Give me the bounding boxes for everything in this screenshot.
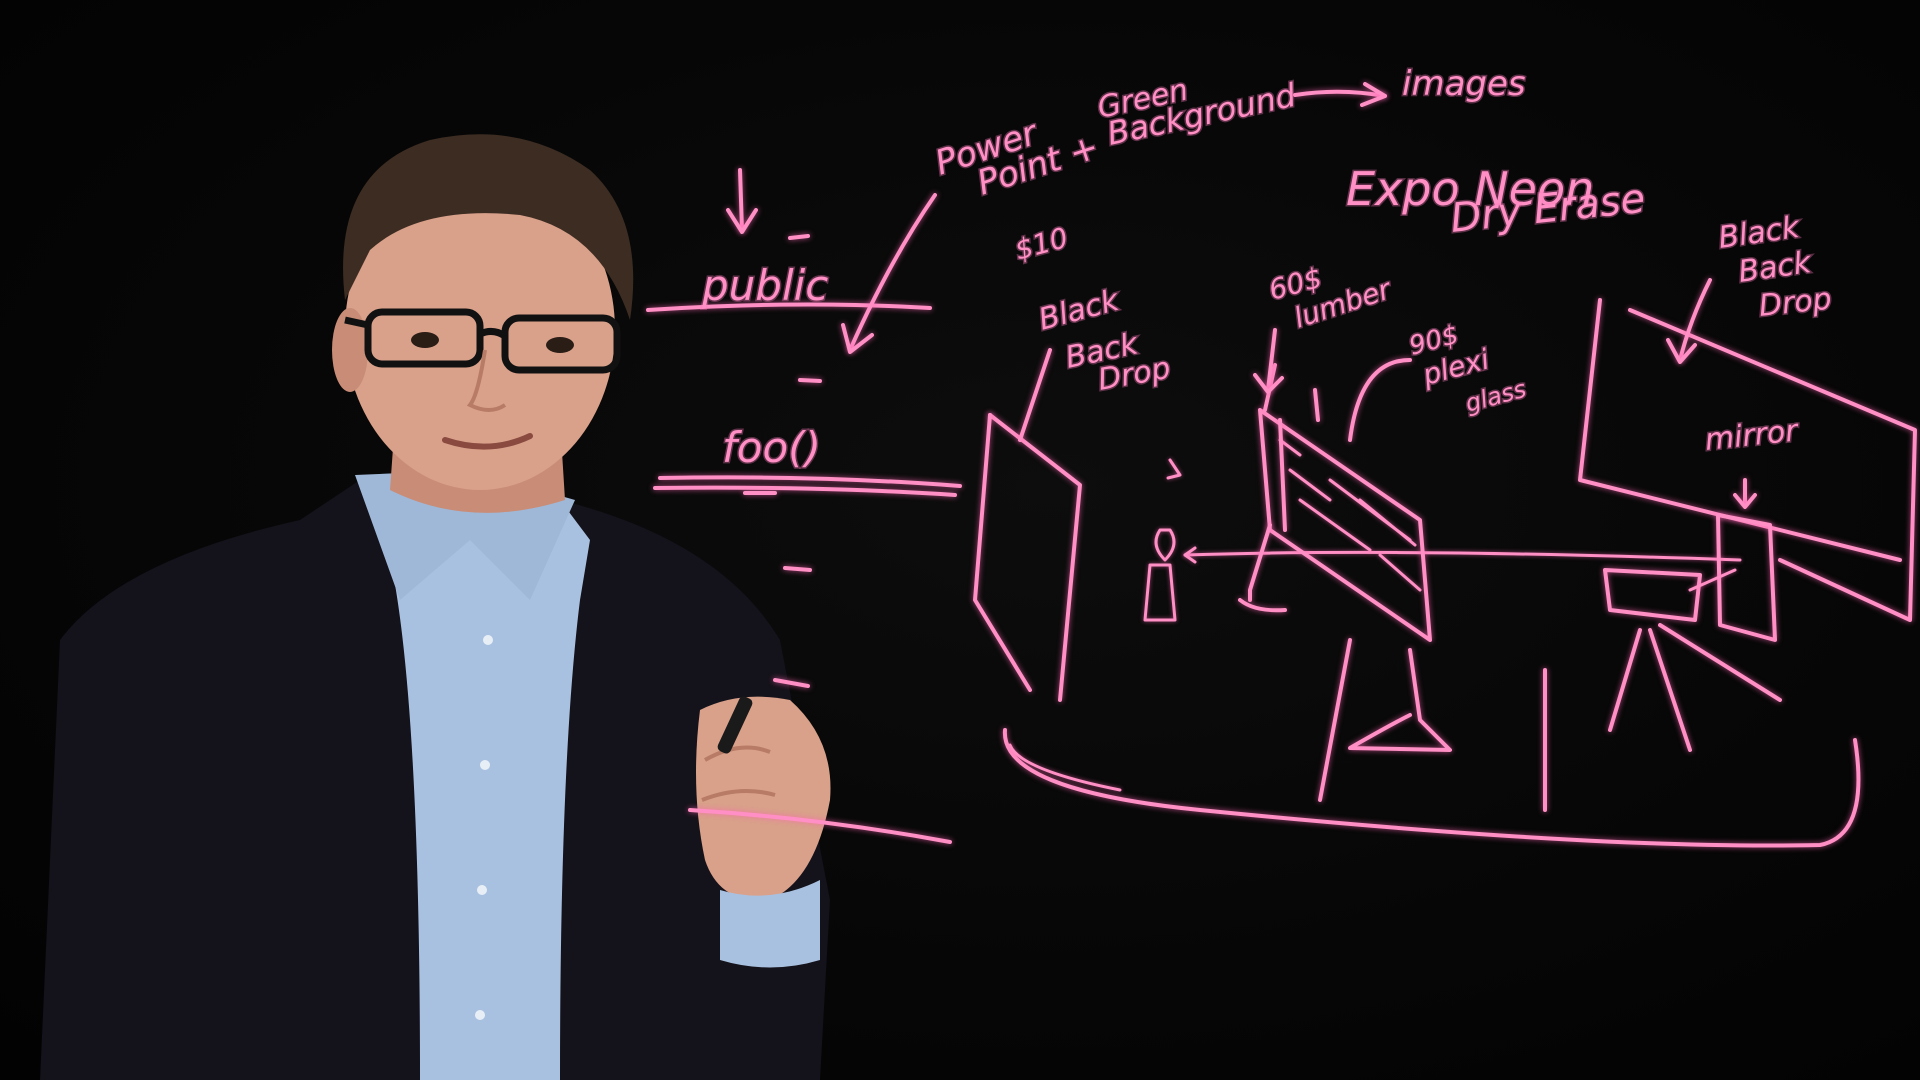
note-images: images (1402, 64, 1526, 104)
handwriting-layer: Power Point + Green Background images Ex… (700, 63, 1835, 474)
code-foo: foo() (722, 423, 821, 472)
plexi-line2: glass (1462, 375, 1529, 418)
mirror-label: mirror (1703, 413, 1801, 458)
right-backdrop-line3: Drop (1757, 282, 1833, 324)
code-public: public (701, 261, 828, 310)
left-backdrop-price: $10 (1011, 221, 1071, 267)
video-frame: Power Point + Green Background images Ex… (0, 0, 1920, 1080)
left-backdrop-line1: Black (1035, 282, 1124, 337)
